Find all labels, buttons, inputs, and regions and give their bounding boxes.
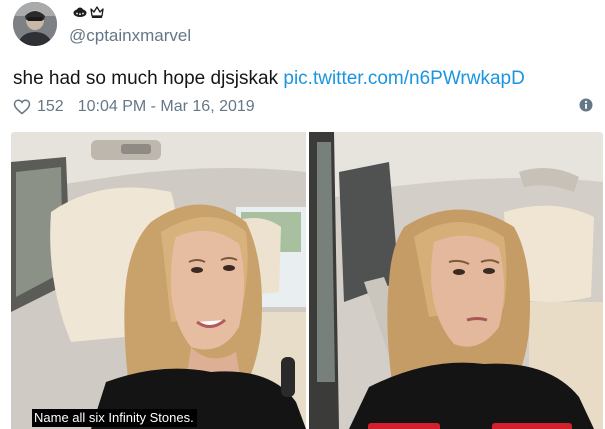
alien-ship-icon [73, 7, 87, 17]
heart-icon[interactable] [13, 98, 31, 116]
media-image-right[interactable] [309, 132, 603, 429]
red-ui-bar-left [368, 423, 440, 429]
car-interior-photo-left [11, 132, 306, 429]
tweet-timestamp[interactable]: 10:04 PM - Mar 16, 2019 [78, 98, 255, 116]
crown-icon [90, 6, 104, 18]
author-handle[interactable]: @cptainxmarvel [69, 26, 191, 46]
avatar-image [13, 2, 57, 46]
tweet-media-link[interactable]: pic.twitter.com/n6PWrwkapD [283, 68, 524, 89]
like-count: 152 [37, 98, 64, 115]
tweet-text: she had so much hope djsjskak pic.twitte… [13, 67, 525, 91]
avatar[interactable] [13, 2, 57, 46]
tweet-meta: 152 10:04 PM - Mar 16, 2019 [13, 96, 255, 118]
video-caption: Name all six Infinity Stones. [32, 409, 197, 427]
info-icon[interactable] [579, 98, 593, 112]
tweet-body: she had so much hope djsjskak [13, 68, 284, 89]
media-image-left[interactable] [11, 132, 306, 429]
red-ui-bar-right [492, 423, 572, 429]
car-interior-photo-right [309, 132, 603, 429]
tweet-card: @cptainxmarvel she had so much hope djsj… [0, 0, 605, 429]
name-badges [73, 5, 104, 19]
